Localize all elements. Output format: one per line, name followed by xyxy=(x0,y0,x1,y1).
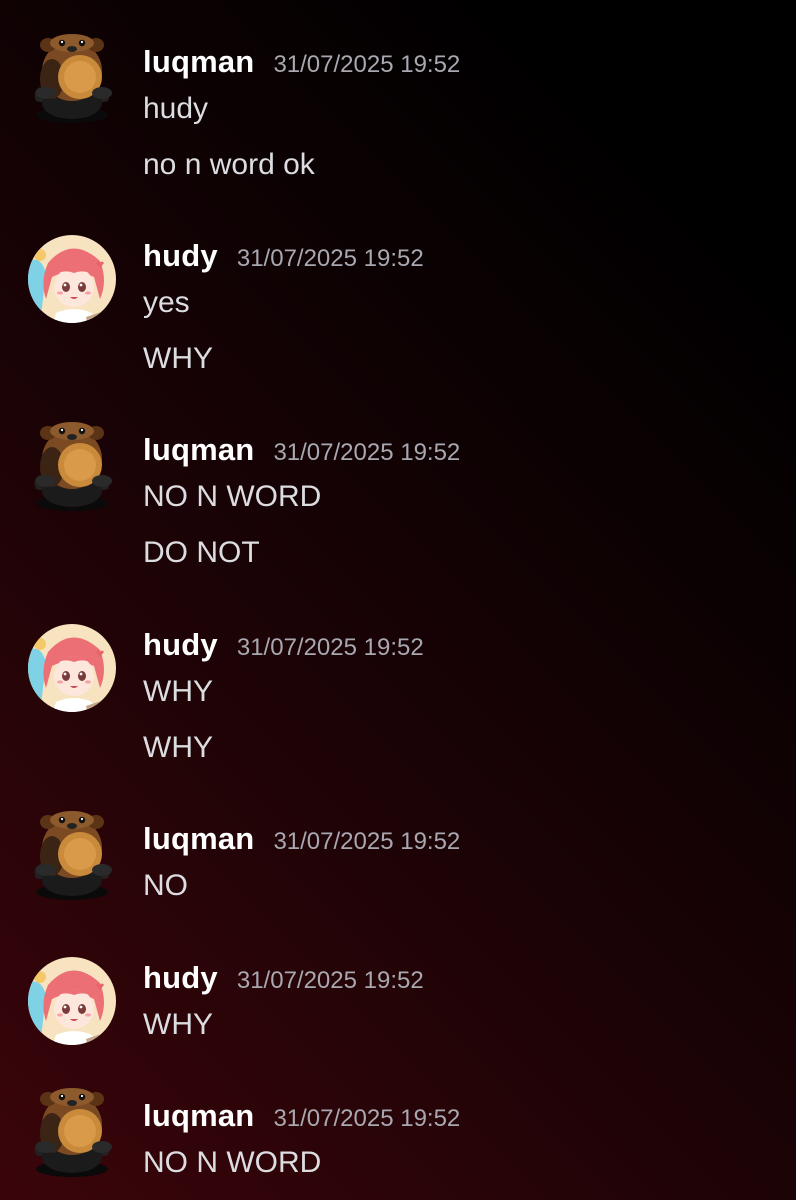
message-header: hudy 31/07/2025 19:52 xyxy=(143,960,424,1000)
message-header: luqman 31/07/2025 19:52 xyxy=(143,44,460,84)
bear-avatar-icon xyxy=(26,808,118,900)
message-text: NO xyxy=(143,869,188,902)
timestamp: 31/07/2025 19:52 xyxy=(273,1105,461,1132)
bear-avatar-icon xyxy=(26,1085,118,1177)
timestamp: 31/07/2025 19:52 xyxy=(236,245,424,272)
message-header: luqman 31/07/2025 19:52 xyxy=(143,432,460,472)
username[interactable]: luqman xyxy=(143,432,254,468)
anime-girl-avatar-icon xyxy=(26,233,118,325)
avatar-hudy[interactable] xyxy=(26,622,118,714)
message-text: WHY xyxy=(143,1008,213,1041)
username[interactable]: luqman xyxy=(143,1098,254,1134)
message-text: WHY xyxy=(143,731,213,764)
message-header: luqman 31/07/2025 19:52 xyxy=(143,1098,460,1138)
message-header: hudy 31/07/2025 19:52 xyxy=(143,238,424,278)
bear-avatar-icon xyxy=(26,31,118,123)
username[interactable]: hudy xyxy=(143,238,218,274)
bear-avatar-icon xyxy=(26,419,118,511)
username[interactable]: luqman xyxy=(143,44,254,80)
message-header: hudy 31/07/2025 19:52 xyxy=(143,627,424,667)
timestamp: 31/07/2025 19:52 xyxy=(273,439,461,466)
username[interactable]: luqman xyxy=(143,821,254,857)
avatar-hudy[interactable] xyxy=(26,955,118,1047)
message-text: WHY xyxy=(143,675,213,708)
message-text: WHY xyxy=(143,342,213,375)
message-text: NO N WORD xyxy=(143,1146,322,1179)
message-text: no n word ok xyxy=(143,148,315,181)
anime-girl-avatar-icon xyxy=(26,955,118,1047)
message-text: hudy xyxy=(143,92,209,125)
avatar-luqman[interactable] xyxy=(26,1085,118,1177)
timestamp: 31/07/2025 19:52 xyxy=(236,634,424,661)
message-header: luqman 31/07/2025 19:52 xyxy=(143,821,460,861)
message-text: DO NOT xyxy=(143,536,260,569)
message-text: NO N WORD xyxy=(143,480,322,513)
avatar-luqman[interactable] xyxy=(26,419,118,511)
timestamp: 31/07/2025 19:52 xyxy=(273,51,461,78)
avatar-luqman[interactable] xyxy=(26,31,118,123)
avatar-hudy[interactable] xyxy=(26,233,118,325)
username[interactable]: hudy xyxy=(143,960,218,996)
message-text: yes xyxy=(143,286,190,319)
avatar-luqman[interactable] xyxy=(26,808,118,900)
anime-girl-avatar-icon xyxy=(26,622,118,714)
timestamp: 31/07/2025 19:52 xyxy=(273,828,461,855)
username[interactable]: hudy xyxy=(143,627,218,663)
timestamp: 31/07/2025 19:52 xyxy=(236,967,424,994)
